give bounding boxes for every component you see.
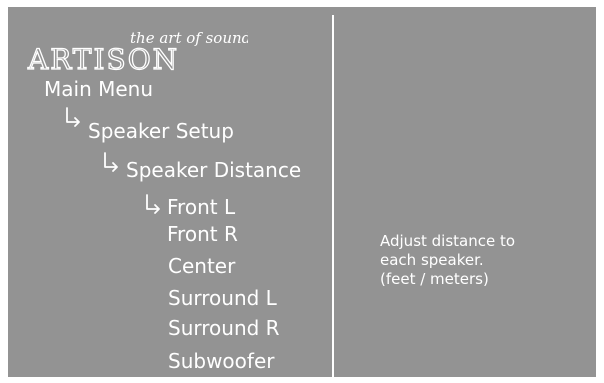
menu-item-speaker-setup[interactable]: Speaker Setup	[88, 119, 234, 143]
help-line: each speaker.	[380, 251, 484, 269]
menu-item-surround-l[interactable]: Surround L	[168, 286, 277, 310]
menu-item-speaker-distance[interactable]: Speaker Distance	[126, 158, 301, 182]
arrow-down-right-icon	[144, 193, 162, 215]
help-text: Adjust distance to each speaker. (feet /…	[380, 232, 580, 289]
arrow-down-right-icon	[102, 151, 120, 173]
logo-brand: ARTISON	[27, 43, 179, 76]
help-line: (feet / meters)	[380, 270, 489, 288]
menu-item-front-l[interactable]: Front L	[167, 195, 235, 219]
artison-logo: the art of sound ARTISON	[18, 19, 248, 77]
logo-graphic: the art of sound ARTISON	[26, 29, 248, 77]
menu-item-subwoofer[interactable]: Subwoofer	[168, 349, 274, 373]
menu-item-surround-r[interactable]: Surround R	[168, 316, 280, 340]
arrow-down-right-icon	[64, 106, 82, 128]
panel-divider	[332, 15, 334, 377]
menu-item-center[interactable]: Center	[168, 254, 235, 278]
help-line: Adjust distance to	[380, 232, 516, 250]
menu-item-front-r[interactable]: Front R	[167, 222, 238, 246]
menu-item-main-menu[interactable]: Main Menu	[44, 77, 153, 101]
display-screen: the art of sound ARTISON Main Menu Speak…	[8, 7, 596, 377]
